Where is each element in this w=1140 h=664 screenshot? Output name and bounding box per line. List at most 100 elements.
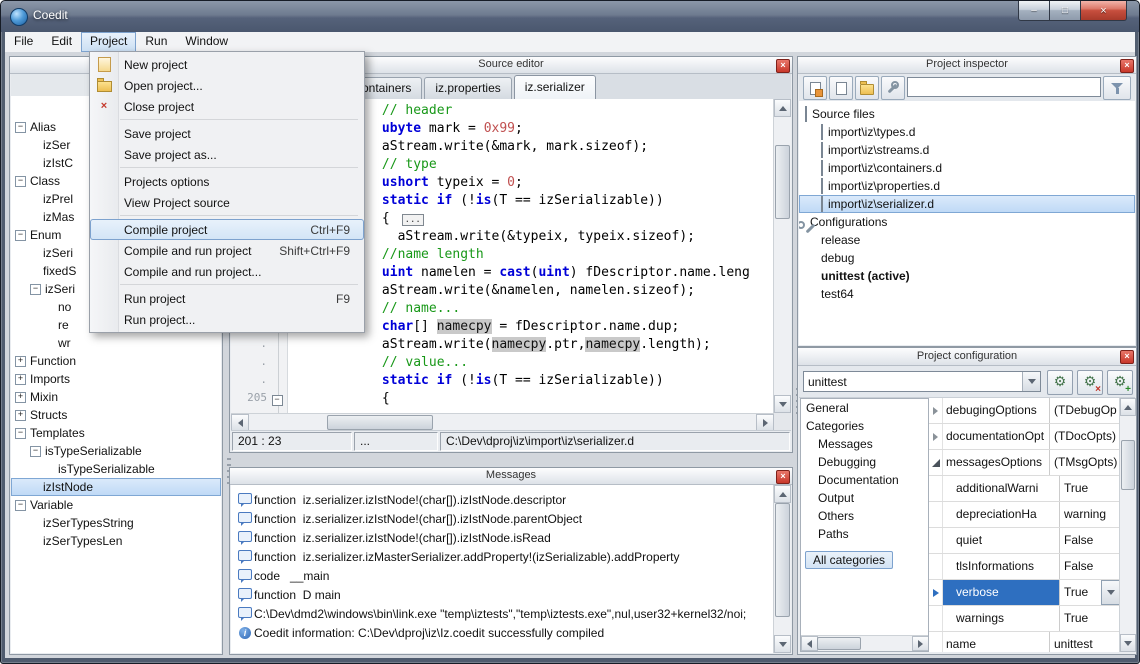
category-item-categories[interactable]: Categories xyxy=(801,417,929,435)
editor-vertical-scrollbar[interactable] xyxy=(773,99,791,413)
message-item[interactable]: function D main xyxy=(231,585,774,604)
code-line[interactable]: { xyxy=(288,391,774,409)
menu-item-compile-and-run-project[interactable]: Compile and run projectShift+Ctrl+F9 xyxy=(90,240,364,261)
code-line[interactable]: static if (!is(T == izSerializable)) xyxy=(288,373,774,391)
symbol-item-mixin[interactable]: +Mixin xyxy=(11,388,221,406)
inspector-item-source-files[interactable]: Source files xyxy=(799,105,1135,123)
project-inspector-close-button[interactable]: × xyxy=(1120,59,1134,73)
tab-iz-properties[interactable]: iz.properties xyxy=(424,77,511,99)
property-row-name[interactable]: nameunittest xyxy=(929,632,1120,652)
scroll-right-button[interactable] xyxy=(756,414,774,431)
project-options-button[interactable] xyxy=(881,76,905,100)
menu-item-save-project-as[interactable]: Save project as... xyxy=(90,144,364,165)
menu-window[interactable]: Window xyxy=(176,32,237,52)
scroll-down-button[interactable] xyxy=(774,395,791,413)
scrollbar-thumb[interactable] xyxy=(775,503,790,617)
property-row-documentationopt[interactable]: documentationOpt(TDocOpts) xyxy=(929,424,1120,450)
menu-item-run-project[interactable]: Run project... xyxy=(90,309,364,330)
combo-dropdown-button[interactable] xyxy=(1022,372,1040,391)
property-row-messagesoptions[interactable]: messagesOptions(TMsgOpts) xyxy=(929,450,1120,476)
scroll-up-button[interactable] xyxy=(1120,398,1136,416)
collapse-icon[interactable]: − xyxy=(30,284,41,295)
menu-item-open-project[interactable]: Open project... xyxy=(90,75,364,96)
configuration-selector[interactable]: unittest xyxy=(803,371,1041,392)
property-row-verbose[interactable]: verboseTrue xyxy=(929,580,1120,606)
category-item-messages[interactable]: Messages xyxy=(801,435,929,453)
expand-icon[interactable]: + xyxy=(15,392,26,403)
clone-config-button[interactable]: ⚙ xyxy=(1047,370,1073,395)
menu-project[interactable]: Project xyxy=(81,32,136,52)
menu-item-run-project[interactable]: Run projectF9 xyxy=(90,288,364,309)
value-dropdown-button[interactable] xyxy=(1101,580,1120,605)
symbol-item-istypeserializable[interactable]: isTypeSerializable xyxy=(11,460,221,478)
property-value[interactable]: False xyxy=(1060,528,1120,553)
property-value[interactable]: True xyxy=(1060,476,1120,501)
menu-item-compile-project[interactable]: Compile projectCtrl+F9 xyxy=(90,219,364,240)
maximize-button[interactable]: □ xyxy=(1050,1,1081,21)
property-row-debugingoptions[interactable]: debugingOptions(TDebugOp xyxy=(929,398,1120,424)
scrollbar-thumb[interactable] xyxy=(775,145,790,219)
symbol-item-structs[interactable]: +Structs xyxy=(11,406,221,424)
message-item[interactable]: function iz.serializer.izIstNode!(char[]… xyxy=(231,490,774,509)
add-source-button[interactable] xyxy=(829,76,853,100)
tab-iz-serializer[interactable]: iz.serializer xyxy=(514,75,596,100)
property-value[interactable]: True xyxy=(1060,580,1120,605)
project-configuration-close-button[interactable]: × xyxy=(1120,350,1134,364)
menu-item-new-project[interactable]: New project xyxy=(90,54,364,75)
all-categories-button[interactable]: All categories xyxy=(805,551,893,569)
symbol-item-function[interactable]: +Function xyxy=(11,352,221,370)
property-value[interactable]: (TDebugOp xyxy=(1050,398,1120,423)
property-row-warnings[interactable]: warningsTrue xyxy=(929,606,1120,632)
inspector-item-import-iz-properties-d[interactable]: import\iz\properties.d xyxy=(799,177,1135,195)
project-inspector-header[interactable]: Project inspector × xyxy=(798,57,1136,74)
property-value[interactable]: True xyxy=(1060,606,1120,631)
collapse-icon[interactable]: − xyxy=(15,230,26,241)
property-row-tlsinformations[interactable]: tlsInformationsFalse xyxy=(929,554,1120,580)
project-configuration-header[interactable]: Project configuration × xyxy=(798,348,1136,366)
inspector-item-unittest-active[interactable]: unittest (active) xyxy=(799,267,1135,285)
message-item[interactable]: code __main xyxy=(231,566,774,585)
expand-icon[interactable]: + xyxy=(15,374,26,385)
title-bar[interactable]: Coedit – □ × xyxy=(1,1,1139,32)
scroll-up-button[interactable] xyxy=(774,485,791,503)
expand-icon[interactable]: + xyxy=(15,356,26,367)
code-line[interactable]: // value... xyxy=(288,355,774,373)
expand-icon[interactable]: + xyxy=(15,410,26,421)
category-item-paths[interactable]: Paths xyxy=(801,525,929,543)
inspector-item-configurations[interactable]: Configurations xyxy=(799,213,1135,231)
inspector-item-debug[interactable]: debug xyxy=(799,249,1135,267)
source-editor-close-button[interactable]: × xyxy=(776,59,790,73)
menu-item-compile-and-run-project[interactable]: Compile and run project... xyxy=(90,261,364,282)
categories-horizontal-scrollbar[interactable] xyxy=(801,635,929,651)
expander-slot[interactable] xyxy=(929,424,943,449)
scroll-left-button[interactable] xyxy=(801,636,818,651)
menu-item-view-project-source[interactable]: View Project source xyxy=(90,192,364,213)
category-item-others[interactable]: Others xyxy=(801,507,929,525)
collapse-icon[interactable]: − xyxy=(30,446,41,457)
scroll-left-button[interactable] xyxy=(231,414,249,431)
scroll-up-button[interactable] xyxy=(774,99,791,117)
category-item-general[interactable]: General xyxy=(801,399,929,417)
fold-margin[interactable]: − xyxy=(267,391,287,409)
menu-edit[interactable]: Edit xyxy=(42,32,81,52)
editor-horizontal-scrollbar[interactable] xyxy=(231,413,774,431)
menu-item-projects-options[interactable]: Projects options xyxy=(90,171,364,192)
new-source-button[interactable] xyxy=(803,76,827,100)
message-item[interactable]: function iz.serializer.izIstNode!(char[]… xyxy=(231,509,774,528)
inspector-item-test64[interactable]: test64 xyxy=(799,285,1135,303)
open-folder-button[interactable] xyxy=(855,76,879,100)
menu-item-close-project[interactable]: ×Close project xyxy=(90,96,364,117)
inspector-item-import-iz-streams-d[interactable]: import\iz\streams.d xyxy=(799,141,1135,159)
scroll-right-button[interactable] xyxy=(912,636,929,651)
minimize-button[interactable]: – xyxy=(1018,1,1050,21)
message-item[interactable]: C:\Dev\dmd2\windows\bin\link.exe "temp\i… xyxy=(231,604,774,623)
message-item[interactable]: function iz.serializer.izIstNode!(char[]… xyxy=(231,528,774,547)
messages-close-button[interactable]: × xyxy=(776,470,790,484)
inspector-item-import-iz-containers-d[interactable]: import\iz\containers.d xyxy=(799,159,1135,177)
collapse-icon[interactable]: − xyxy=(15,428,26,439)
property-row-additionalwarni[interactable]: additionalWarniTrue xyxy=(929,476,1120,502)
property-value[interactable]: (TDocOpts) xyxy=(1050,424,1120,449)
symbol-item-izistnode[interactable]: izIstNode xyxy=(11,478,221,496)
filter-button[interactable] xyxy=(1103,76,1131,100)
collapse-icon[interactable]: − xyxy=(15,122,26,133)
